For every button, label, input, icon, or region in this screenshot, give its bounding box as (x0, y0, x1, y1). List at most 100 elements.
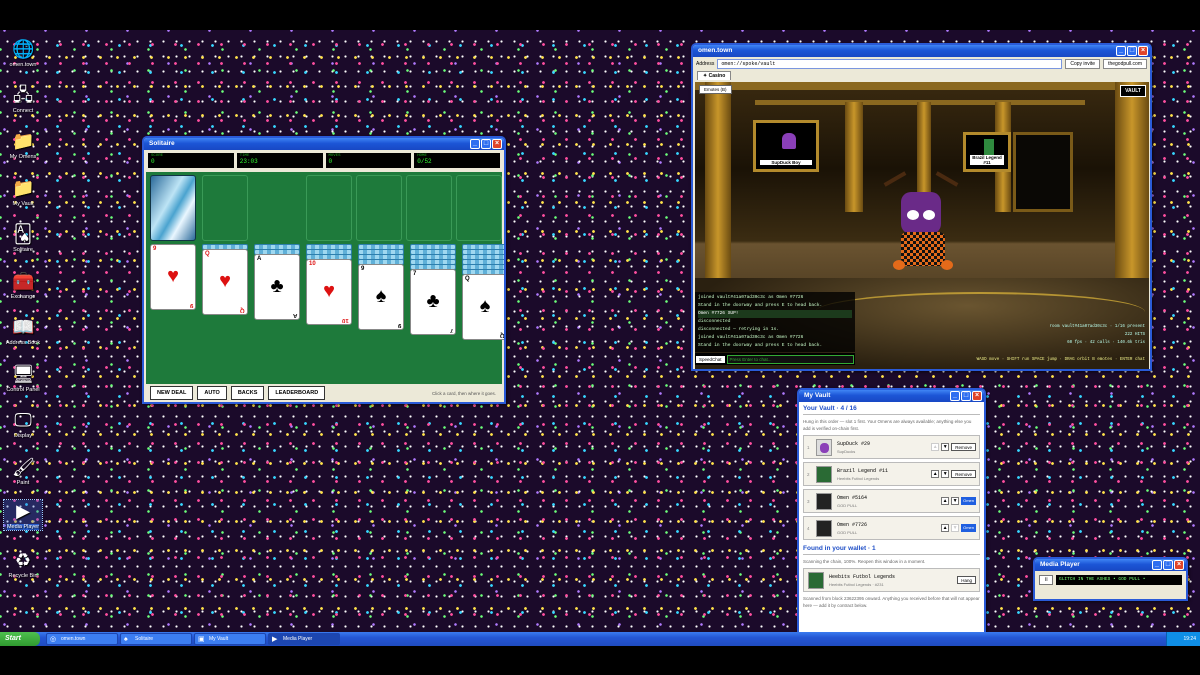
remove-button[interactable]: Remove (951, 470, 976, 478)
desktop-icon-control-panel[interactable]: 🖥 Control Panel (4, 363, 42, 393)
address-input[interactable]: omen://spoke/vault (717, 58, 1063, 69)
vault-frame[interactable]: SupDuck Boy (753, 120, 819, 172)
card-suit: ♠ (479, 295, 491, 317)
move-down-button[interactable]: ▼ (941, 470, 950, 478)
maximize-button[interactable]: □ (481, 139, 491, 149)
taskbar: Start ◎ omen.town ♠ Solitaire ▣ My Vault ▶ M… (0, 632, 1200, 646)
omen-town-window[interactable]: omen.town _ □ × Address omen://spoke/vault… (691, 43, 1152, 371)
media-titlebar[interactable]: Media Player _ □ × (1035, 559, 1186, 571)
foundation-slot[interactable] (306, 175, 352, 241)
desktop-icon-omen-town[interactable]: 🌐 omen.town (4, 38, 42, 68)
desktop-icon-paint[interactable]: 🖌 Paint (4, 456, 42, 486)
recycle-bin-icon: ♻ (14, 550, 32, 570)
desktop-icon-display[interactable]: 🖵 Display (4, 409, 42, 439)
foundation-slot[interactable] (356, 175, 402, 241)
new-deal-button[interactable]: NEW DEAL (150, 386, 194, 400)
task-media-player[interactable]: ▶ Media Player (268, 633, 340, 645)
vault-titlebar[interactable]: My Vault _ □ × (799, 390, 984, 402)
minimize-button[interactable]: _ (1116, 46, 1126, 56)
maximize-button[interactable]: □ (961, 391, 971, 401)
move-up-button[interactable]: ▲ (941, 497, 950, 505)
vault-item[interactable]: 4 Omen #7726 GOD PULL ▲ ▼ Omen (803, 516, 980, 540)
desktop-icon-connect[interactable]: 🖧 Connect (4, 84, 42, 114)
chat-input[interactable]: Press Enter to chat... (726, 354, 854, 364)
hud-hits: 222 HITS (1124, 333, 1145, 337)
card-rank: 9 (361, 266, 365, 272)
tab-casino[interactable]: ✦ Casino (697, 71, 732, 80)
tableau-card[interactable]: Q ♥ Q (202, 249, 248, 315)
tableau-card[interactable]: A ♣ A (254, 254, 300, 320)
minimize-button[interactable]: _ (1152, 560, 1162, 570)
card-rank: 9 (189, 302, 193, 308)
vault-body: Your Vault · 4 / 16 Hung in this order —… (799, 402, 984, 632)
vault-frame[interactable]: Brazil Legend #11 (963, 132, 1011, 172)
desktop-icon-address-book[interactable]: 📖 Address Book (4, 316, 42, 346)
desktop-icon-my-omens[interactable]: 📁 My Omens (4, 130, 42, 160)
maximize-button[interactable]: □ (1163, 560, 1173, 570)
desktop-icon-exchange[interactable]: 🧰 Exchange (4, 270, 42, 300)
close-button[interactable]: × (972, 391, 982, 401)
move-up-button[interactable]: ▲ (941, 524, 950, 532)
leaderboard-button[interactable]: LEADERBOARD (268, 386, 326, 400)
close-button[interactable]: × (492, 139, 502, 149)
solitaire-table[interactable]: 9 ♥ 9 Q ♥ Q A ♣ A 10 ♥ 10 9 ♠ 9 7 ♣ 7 Q ♠ Q (146, 172, 504, 387)
move-up-button[interactable]: ▲ (931, 470, 940, 478)
move-down-button[interactable]: ▼ (951, 524, 960, 532)
close-button[interactable]: × (1138, 46, 1148, 56)
tableau-card[interactable]: 7 ♣ 7 (410, 269, 456, 335)
emotes-button[interactable]: Emotes (B) (699, 85, 732, 94)
media-player-window[interactable]: Media Player _ □ × ॥ GLITCH IN THE ASHES •… (1033, 557, 1188, 601)
omen-titlebar[interactable]: omen.town _ □ × (693, 45, 1150, 57)
pause-button[interactable]: ॥ (1039, 575, 1053, 585)
foundation-slot[interactable] (406, 175, 452, 241)
waste-slot[interactable] (202, 175, 248, 241)
card-rank: Q (500, 332, 505, 338)
auto-button[interactable]: AUTO (197, 386, 227, 400)
move-down-button[interactable]: ▼ (941, 443, 950, 451)
tableau-card[interactable]: 9 ♠ 9 (358, 264, 404, 330)
task-omen-town[interactable]: ◎ omen.town (46, 633, 118, 645)
vault-item[interactable]: 3 Omen #5164 GOD PULL ▲ ▼ Omen (803, 489, 980, 513)
minimize-button[interactable]: _ (470, 139, 480, 149)
desktop-icon-media-player[interactable]: ▶ Media Player (3, 499, 43, 531)
remove-button[interactable]: Remove (951, 443, 976, 451)
vault-item[interactable]: 2 Brazil Legend #11 Heebits Futbol Legend… (803, 462, 980, 486)
tableau-card[interactable]: 10 ♥ 10 (306, 259, 352, 325)
backs-button[interactable]: BACKS (230, 386, 265, 400)
tableau-card[interactable]: Q ♠ Q (462, 274, 505, 340)
card-rank: Q (240, 307, 245, 313)
tableau-card[interactable]: 9 ♥ 9 (150, 244, 196, 310)
minimize-button[interactable]: _ (950, 391, 960, 401)
copy-invite-button[interactable]: Copy invite (1065, 58, 1101, 69)
desktop-icon-solitaire[interactable]: 🂡 Solitaire (4, 223, 42, 253)
foundation-slot[interactable] (456, 175, 502, 241)
system-tray: 19:24 (1166, 632, 1200, 646)
site-link[interactable]: thegodpull.com (1103, 58, 1147, 69)
move-up-button[interactable]: ▲ (931, 443, 940, 451)
card-suit: ♥ (219, 270, 231, 292)
game-viewport[interactable]: SupDuck Boy Brazil Legend #11 VAULT Emot… (695, 82, 1149, 369)
hang-button[interactable]: Hang (957, 576, 976, 584)
maximize-button[interactable]: □ (1127, 46, 1137, 56)
stock-pile[interactable] (150, 175, 196, 241)
chat-line: Stand in the doorway and press E to head… (698, 303, 823, 308)
close-button[interactable]: × (1174, 560, 1184, 570)
solitaire-titlebar[interactable]: Solitaire _ □ × (144, 138, 504, 150)
card-rank: 7 (449, 327, 453, 333)
desktop-icon-my-vault[interactable]: 📁 My Vault (4, 177, 42, 207)
task-solitaire[interactable]: ♠ Solitaire (120, 633, 192, 645)
vault-desc: Hung in this order — slot 1 first. Your … (803, 419, 972, 431)
task-my-vault[interactable]: ▣ My Vault (194, 633, 266, 645)
speedchat-button[interactable]: SpeedChat (696, 355, 725, 363)
wallet-item[interactable]: Heebits Futbol Legends Heebits Futbol Leg… (803, 568, 980, 592)
control-panel-icon: 🖥 (12, 364, 35, 384)
solitaire-window[interactable]: Solitaire _ □ × SCORE 0 TIME 23:03 MOVES 0 HO… (142, 136, 506, 404)
chest-icon: 🧰 (12, 271, 35, 291)
desktop-icon-recycle-bin[interactable]: ♻ Recycle Bin (4, 549, 42, 579)
move-down-button[interactable]: ▼ (951, 497, 960, 505)
clock: 19:24 (1183, 636, 1196, 642)
vault-button[interactable]: VAULT (1120, 85, 1146, 97)
start-button[interactable]: Start (0, 632, 40, 646)
vault-item[interactable]: 1 SupDuck #29 SupDucks ▲ ▼ Remove (803, 435, 980, 459)
my-vault-window[interactable]: My Vault _ □ × Your Vault · 4 / 16 Hung in… (797, 388, 986, 632)
